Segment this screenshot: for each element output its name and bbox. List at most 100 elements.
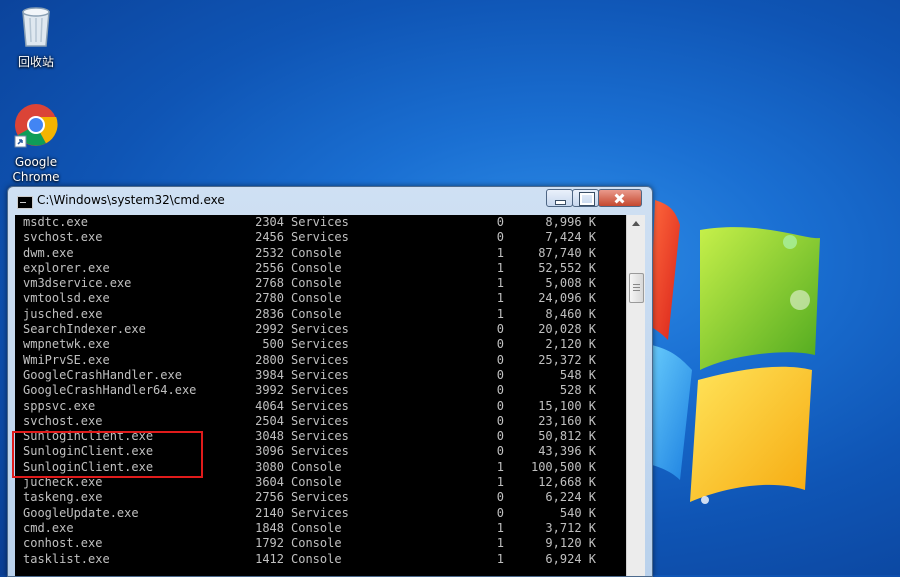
session-number: 0 [496, 230, 504, 245]
recycle-bin-label: 回收站 [17, 55, 54, 69]
vertical-scrollbar[interactable] [626, 215, 645, 576]
mem-usage: 50,812 K [538, 429, 596, 444]
mem-usage: 540 K [559, 505, 596, 520]
chrome-desktop-icon[interactable]: Google Chrome [0, 102, 72, 185]
session-number: 1 [496, 475, 504, 490]
process-name: msdtc.exe [23, 215, 89, 229]
process-name: SearchIndexer.exe [23, 322, 146, 337]
session-number: 0 [496, 398, 504, 413]
process-pid: 4064 [255, 398, 284, 413]
session-name: Console [291, 245, 342, 260]
process-pid: 2992 [255, 322, 284, 337]
session-name: Services [291, 413, 349, 428]
process-pid: 2504 [255, 413, 284, 428]
session-number: 0 [496, 215, 504, 229]
process-pid: 1848 [255, 520, 284, 535]
session-number: 1 [496, 459, 504, 474]
session-number: 1 [496, 260, 504, 275]
mem-usage: 24,096 K [538, 291, 596, 306]
process-pid: 3080 [255, 459, 284, 474]
mem-usage: 528 K [559, 383, 596, 398]
chrome-label: Google Chrome [12, 155, 60, 184]
process-pid: 1412 [255, 551, 284, 566]
process-name: GoogleCrashHandler64.exe [23, 383, 197, 398]
session-name: Console [291, 276, 342, 291]
process-pid: 3096 [255, 444, 284, 459]
session-name: Console [291, 551, 342, 566]
recycle-bin-desktop-icon[interactable]: 回收站 [0, 2, 72, 70]
mem-usage: 2,120 K [545, 337, 596, 352]
mem-usage: 52,552 K [538, 260, 596, 275]
mem-usage: 12,668 K [538, 475, 596, 490]
scroll-thumb[interactable] [629, 273, 644, 303]
process-pid: 2756 [255, 490, 284, 505]
process-pid: 2456 [255, 230, 284, 245]
process-pid: 500 [262, 337, 284, 352]
session-name: Console [291, 291, 342, 306]
mem-usage: 548 K [559, 367, 596, 382]
process-pid: 2140 [255, 505, 284, 520]
session-name: Services [291, 337, 349, 352]
mem-usage: 43,396 K [538, 444, 596, 459]
maximize-button[interactable] [572, 189, 599, 207]
cmd-window[interactable]: C:\Windows\system32\cmd.exe msdtc.exe 230… [7, 186, 653, 577]
process-name: conhost.exe [23, 536, 103, 551]
session-number: 0 [496, 352, 504, 367]
chrome-icon [0, 102, 72, 151]
process-name: svchost.exe [23, 230, 103, 245]
process-pid: 2780 [255, 291, 284, 306]
session-name: Services [291, 352, 349, 367]
session-name: Console [291, 536, 342, 551]
mem-usage: 6,224 K [545, 490, 596, 505]
session-number: 0 [496, 429, 504, 444]
recycle-bin-icon [0, 2, 72, 51]
session-name: Console [291, 459, 342, 474]
session-name: Services [291, 490, 349, 505]
close-button[interactable] [598, 189, 642, 207]
session-name: Services [291, 215, 349, 229]
mem-usage: 25,372 K [538, 352, 596, 367]
process-pid: 2304 [255, 215, 284, 229]
process-pid: 2556 [255, 260, 284, 275]
process-name: sppsvc.exe [23, 398, 96, 413]
process-pid: 1792 [255, 536, 284, 551]
session-number: 1 [496, 245, 504, 260]
session-name: Services [291, 367, 349, 382]
mem-usage: 6,924 K [545, 551, 596, 566]
session-number: 0 [496, 383, 504, 398]
minimize-button[interactable] [546, 189, 573, 207]
session-name: Services [291, 398, 349, 413]
process-name: explorer.exe [23, 260, 110, 275]
session-number: 1 [496, 276, 504, 291]
session-number: 0 [496, 413, 504, 428]
mem-usage: 23,160 K [538, 413, 596, 428]
session-number: 0 [496, 322, 504, 337]
mem-usage: 3,712 K [545, 520, 596, 535]
process-name: wmpnetwk.exe [23, 337, 110, 352]
scroll-up-arrow-icon[interactable] [627, 215, 645, 232]
process-name: vm3dservice.exe [23, 276, 132, 291]
window-titlebar[interactable]: C:\Windows\system32\cmd.exe [8, 187, 652, 215]
session-name: Services [291, 444, 349, 459]
mem-usage: 20,028 K [538, 322, 596, 337]
process-name: taskeng.exe [23, 490, 103, 505]
session-number: 1 [496, 536, 504, 551]
session-name: Services [291, 322, 349, 337]
process-pid: 2836 [255, 306, 284, 321]
process-pid: 2800 [255, 352, 284, 367]
mem-usage: 8,996 K [545, 215, 596, 229]
mem-usage: 8,460 K [545, 306, 596, 321]
highlight-box [12, 431, 203, 478]
session-number: 1 [496, 291, 504, 306]
process-pid: 2768 [255, 276, 284, 291]
session-number: 1 [496, 306, 504, 321]
process-pid: 3984 [255, 367, 284, 382]
mem-usage: 5,008 K [545, 276, 596, 291]
console-output[interactable]: msdtc.exe 2304 Services 0 8,996 K svchost.exe… [15, 215, 626, 576]
process-name: tasklist.exe [23, 551, 110, 566]
session-name: Services [291, 230, 349, 245]
process-pid: 2532 [255, 245, 284, 260]
session-number: 1 [496, 520, 504, 535]
cmd-icon [17, 196, 33, 209]
mem-usage: 15,100 K [538, 398, 596, 413]
